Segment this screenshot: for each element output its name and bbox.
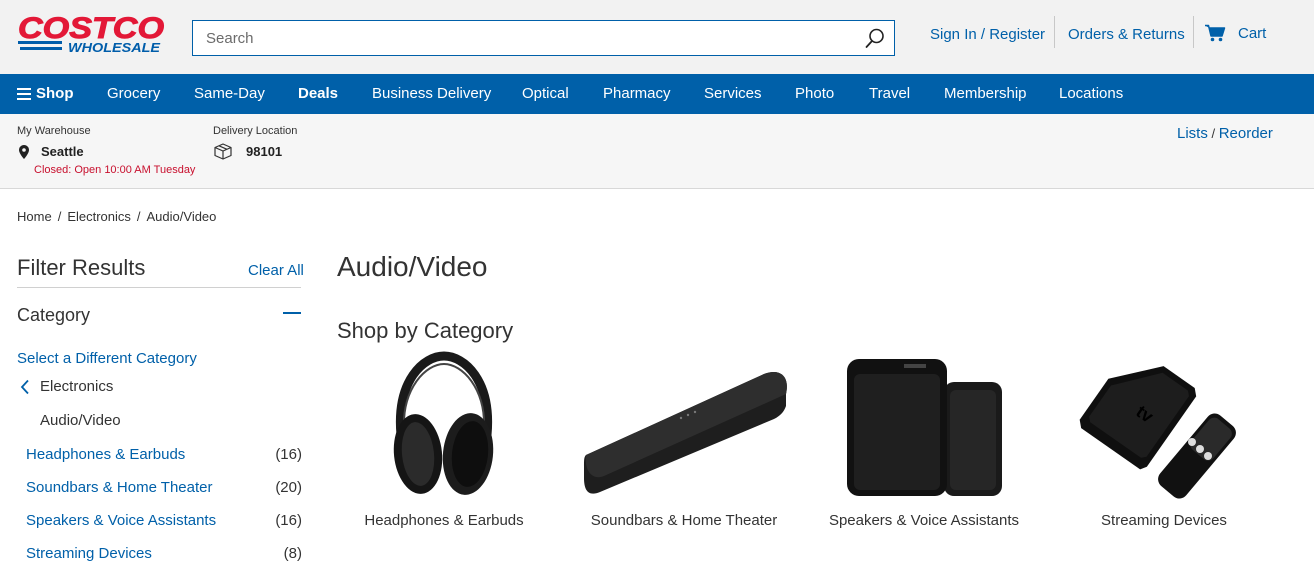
shop-by-category-heading: Shop by Category bbox=[337, 318, 514, 343]
category-item-count: (20) bbox=[275, 479, 302, 496]
breadcrumb-electronics[interactable]: Electronics bbox=[67, 209, 131, 224]
nav-business-delivery[interactable]: Business Delivery bbox=[372, 74, 491, 114]
category-item-label[interactable]: Soundbars & Home Theater bbox=[26, 479, 213, 496]
search-icon[interactable] bbox=[864, 27, 886, 49]
nav-shop[interactable]: Shop bbox=[17, 74, 74, 114]
map-pin-icon bbox=[19, 145, 29, 159]
chevron-left-icon bbox=[20, 379, 29, 394]
cart-button[interactable]: Cart bbox=[1204, 24, 1266, 42]
streaming-device-image: tv bbox=[1079, 366, 1236, 499]
select-different-category-link[interactable]: Select a Different Category bbox=[17, 350, 197, 367]
delivery-zip[interactable]: 98101 bbox=[246, 144, 282, 159]
warehouse-name[interactable]: Seattle bbox=[41, 144, 84, 159]
delivery-label: Delivery Location bbox=[213, 125, 298, 137]
breadcrumb: Home / Electronics / Audio/Video bbox=[17, 209, 216, 224]
nav-pharmacy[interactable]: Pharmacy bbox=[603, 74, 671, 114]
nav-photo[interactable]: Photo bbox=[795, 74, 834, 114]
list-item[interactable]: Streaming Devices (8) bbox=[26, 545, 302, 562]
divider bbox=[1054, 16, 1055, 48]
category-tile-speakers[interactable]: Speakers & Voice Assistants bbox=[804, 350, 1044, 540]
breadcrumb-separator: / bbox=[136, 209, 141, 224]
divider bbox=[17, 287, 301, 288]
box-icon bbox=[214, 143, 232, 160]
category-item-count: (8) bbox=[283, 545, 302, 562]
parent-category-electronics[interactable]: Electronics bbox=[17, 378, 113, 395]
category-heading[interactable]: Category bbox=[17, 305, 90, 326]
category-item-label[interactable]: Streaming Devices bbox=[26, 545, 152, 562]
parent-category-label: Electronics bbox=[40, 378, 114, 395]
main-nav: Shop Grocery Same-Day Deals Business Del… bbox=[0, 74, 1314, 114]
list-item[interactable]: Soundbars & Home Theater (20) bbox=[26, 479, 302, 496]
current-category: Audio/Video bbox=[40, 412, 121, 429]
nav-deals[interactable]: Deals bbox=[298, 74, 338, 114]
category-item-count: (16) bbox=[275, 446, 302, 463]
cart-label: Cart bbox=[1238, 24, 1267, 42]
category-item-label[interactable]: Speakers & Voice Assistants bbox=[26, 512, 216, 529]
category-tile-streaming[interactable]: tv Streaming Devices bbox=[1044, 350, 1284, 540]
nav-grocery[interactable]: Grocery bbox=[107, 74, 160, 114]
hamburger-icon bbox=[17, 88, 31, 100]
nav-optical[interactable]: Optical bbox=[522, 74, 569, 114]
category-tile-soundbars[interactable]: Soundbars & Home Theater bbox=[564, 350, 804, 540]
location-bar: My Warehouse Seattle Closed: Open 10:00 … bbox=[0, 114, 1314, 189]
nav-services[interactable]: Services bbox=[704, 74, 762, 114]
reorder-link[interactable]: Reorder bbox=[1219, 125, 1273, 142]
cart-icon bbox=[1205, 24, 1226, 42]
search-box bbox=[192, 20, 895, 56]
warehouse-label: My Warehouse bbox=[17, 125, 91, 137]
headphones-image bbox=[393, 351, 494, 495]
clear-all-button[interactable]: Clear All bbox=[248, 262, 304, 279]
category-item-label[interactable]: Headphones & Earbuds bbox=[26, 446, 185, 463]
page-title: Audio/Video bbox=[337, 251, 488, 282]
nav-membership[interactable]: Membership bbox=[944, 74, 1027, 114]
breadcrumb-home[interactable]: Home bbox=[17, 209, 52, 224]
costco-logo[interactable]: COSTCO WHOLESALE bbox=[16, 12, 168, 56]
warehouse-status: Closed: Open 10:00 AM Tuesday bbox=[34, 164, 196, 176]
list-item[interactable]: Speakers & Voice Assistants (16) bbox=[26, 512, 302, 529]
nav-shop-label: Shop bbox=[36, 85, 74, 102]
nav-locations[interactable]: Locations bbox=[1059, 74, 1123, 114]
lists-link[interactable]: Lists bbox=[1177, 125, 1208, 142]
tile-label: Soundbars & Home Theater bbox=[590, 512, 778, 529]
lists-reorder: Lists / Reorder bbox=[1177, 125, 1273, 142]
logo-bottom-text: WHOLESALE bbox=[68, 40, 160, 55]
filter-results-title: Filter Results bbox=[17, 255, 146, 280]
nav-travel[interactable]: Travel bbox=[869, 74, 910, 114]
divider bbox=[1193, 16, 1194, 48]
soundbar-image bbox=[584, 372, 787, 494]
tile-label: Headphones & Earbuds bbox=[364, 512, 524, 529]
category-tile-headphones[interactable]: Headphones & Earbuds bbox=[324, 350, 564, 540]
breadcrumb-separator: / bbox=[57, 209, 62, 224]
orders-returns-link[interactable]: Orders & Returns bbox=[1068, 26, 1185, 43]
speakers-image bbox=[847, 359, 1002, 496]
breadcrumb-current: Audio/Video bbox=[146, 209, 217, 224]
search-input[interactable] bbox=[193, 21, 853, 55]
tile-label: Streaming Devices bbox=[1101, 512, 1227, 529]
sign-in-link[interactable]: Sign In / Register bbox=[930, 26, 1045, 43]
collapse-icon[interactable] bbox=[283, 312, 301, 314]
top-header: COSTCO WHOLESALE Sign In / Register Orde… bbox=[0, 0, 1314, 74]
category-item-count: (16) bbox=[275, 512, 302, 529]
list-item[interactable]: Headphones & Earbuds (16) bbox=[26, 446, 302, 463]
nav-same-day[interactable]: Same-Day bbox=[194, 74, 265, 114]
tile-label: Speakers & Voice Assistants bbox=[828, 512, 1020, 529]
